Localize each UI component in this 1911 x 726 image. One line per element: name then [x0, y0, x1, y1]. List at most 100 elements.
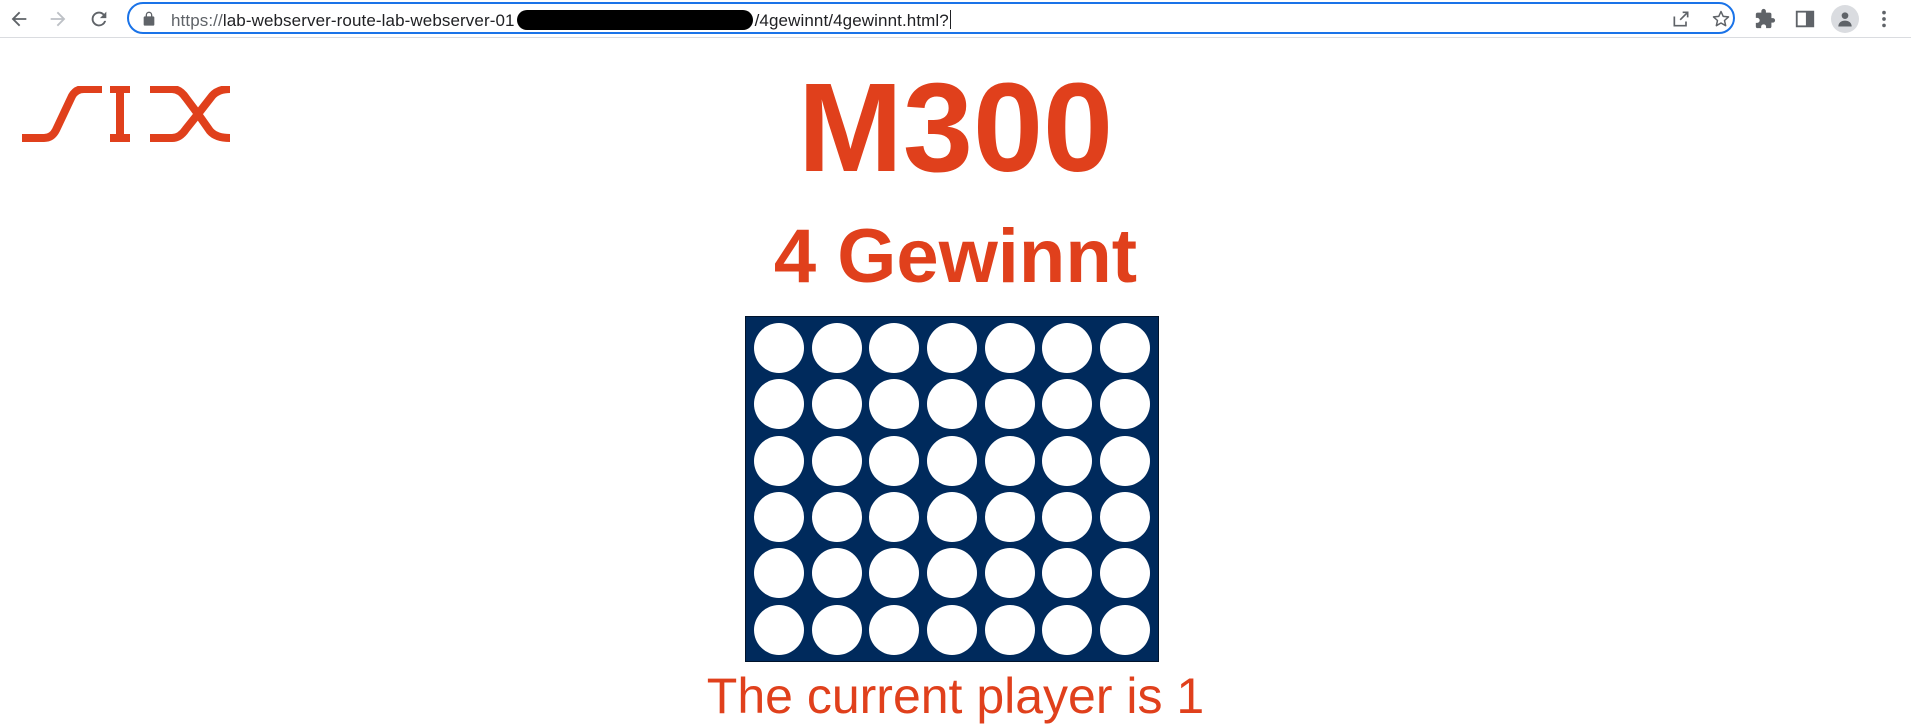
board-cell[interactable]: [981, 320, 1039, 376]
person-icon: [1838, 12, 1852, 27]
board-cell[interactable]: [1039, 545, 1097, 601]
empty-slot: [1100, 323, 1151, 374]
board-cell[interactable]: [923, 433, 981, 489]
board-cell[interactable]: [750, 376, 808, 432]
empty-slot: [811, 435, 862, 486]
empty-slot: [1042, 435, 1093, 486]
board-cell[interactable]: [808, 320, 866, 376]
board-cell[interactable]: [865, 602, 923, 658]
empty-slot: [869, 435, 920, 486]
board-cell[interactable]: [1096, 376, 1154, 432]
address-bar[interactable]: https://lab-webserver-route-lab-webserve…: [127, 2, 1735, 34]
side-panel-button[interactable]: [1790, 4, 1820, 34]
board-cell[interactable]: [923, 489, 981, 545]
empty-slot: [811, 323, 862, 374]
arrow-left-icon: [11, 11, 27, 27]
empty-slot: [753, 492, 804, 543]
board-cell[interactable]: [923, 602, 981, 658]
forward-button[interactable]: [43, 4, 73, 34]
board-cell[interactable]: [865, 433, 923, 489]
text-caret: [949, 10, 951, 29]
star-icon: [1712, 10, 1730, 27]
empty-slot: [1042, 548, 1093, 599]
board-cell[interactable]: [1039, 489, 1097, 545]
empty-slot: [926, 548, 977, 599]
board-cell[interactable]: [808, 376, 866, 432]
board-cell[interactable]: [981, 376, 1039, 432]
empty-slot: [753, 435, 804, 486]
empty-slot: [1042, 323, 1093, 374]
board-cell[interactable]: [808, 489, 866, 545]
url-scheme: https://: [171, 11, 223, 30]
empty-slot: [811, 604, 862, 655]
board-cell[interactable]: [1039, 433, 1097, 489]
share-button[interactable]: [1671, 9, 1691, 29]
board-cell[interactable]: [1096, 489, 1154, 545]
empty-slot: [1100, 379, 1151, 430]
board-cell[interactable]: [750, 433, 808, 489]
board-cell[interactable]: [808, 433, 866, 489]
current-player-status: The current player is 1: [706, 668, 1205, 724]
board-cell[interactable]: [981, 433, 1039, 489]
empty-slot: [926, 323, 977, 374]
board-cell[interactable]: [865, 320, 923, 376]
share-icon: [1673, 11, 1689, 27]
empty-slot: [984, 435, 1035, 486]
board-cell[interactable]: [750, 545, 808, 601]
board-cell[interactable]: [1096, 545, 1154, 601]
board-cell[interactable]: [1096, 433, 1154, 489]
empty-slot: [1100, 604, 1151, 655]
board-cell[interactable]: [981, 489, 1039, 545]
board-cell[interactable]: [865, 376, 923, 432]
board-cell[interactable]: [1096, 320, 1154, 376]
menu-button[interactable]: [1869, 4, 1899, 34]
board-cell[interactable]: [1039, 320, 1097, 376]
empty-slot: [811, 492, 862, 543]
board-cell[interactable]: [1039, 376, 1097, 432]
empty-slot: [869, 379, 920, 430]
empty-slot: [1042, 379, 1093, 430]
empty-slot: [1100, 548, 1151, 599]
board-cell[interactable]: [865, 489, 923, 545]
url-text[interactable]: https://lab-webserver-route-lab-webserve…: [171, 10, 951, 31]
extensions-button[interactable]: [1750, 4, 1780, 34]
kebab-menu-icon: [1882, 10, 1886, 28]
board-cell[interactable]: [750, 489, 808, 545]
empty-slot: [984, 323, 1035, 374]
profile-button[interactable]: [1831, 5, 1859, 33]
bookmark-button[interactable]: [1711, 9, 1731, 29]
reload-button[interactable]: [84, 4, 114, 34]
board-cell[interactable]: [808, 602, 866, 658]
back-button[interactable]: [4, 4, 34, 34]
empty-slot: [926, 604, 977, 655]
redaction-mark: [516, 10, 753, 30]
empty-slot: [1042, 604, 1093, 655]
empty-slot: [926, 492, 977, 543]
board-cell[interactable]: [981, 602, 1039, 658]
browser-toolbar: https://lab-webserver-route-lab-webserve…: [0, 0, 1911, 38]
board-cell[interactable]: [923, 376, 981, 432]
board-cell[interactable]: [808, 545, 866, 601]
empty-slot: [869, 492, 920, 543]
side-panel-icon: [1795, 10, 1815, 28]
empty-slot: [1100, 435, 1151, 486]
puzzle-icon: [1755, 8, 1776, 29]
board-cell[interactable]: [750, 320, 808, 376]
empty-slot: [869, 323, 920, 374]
board-cell[interactable]: [1039, 602, 1097, 658]
board-cell[interactable]: [923, 545, 981, 601]
board-cell[interactable]: [1096, 602, 1154, 658]
board-cell[interactable]: [981, 545, 1039, 601]
board-cell[interactable]: [750, 602, 808, 658]
empty-slot: [984, 604, 1035, 655]
board-cell[interactable]: [865, 545, 923, 601]
empty-slot: [984, 548, 1035, 599]
board-cell[interactable]: [923, 320, 981, 376]
reload-icon: [91, 11, 107, 27]
empty-slot: [926, 379, 977, 430]
empty-slot: [1100, 492, 1151, 543]
empty-slot: [984, 379, 1035, 430]
empty-slot: [1042, 492, 1093, 543]
empty-slot: [753, 604, 804, 655]
lock-icon: [143, 11, 155, 26]
